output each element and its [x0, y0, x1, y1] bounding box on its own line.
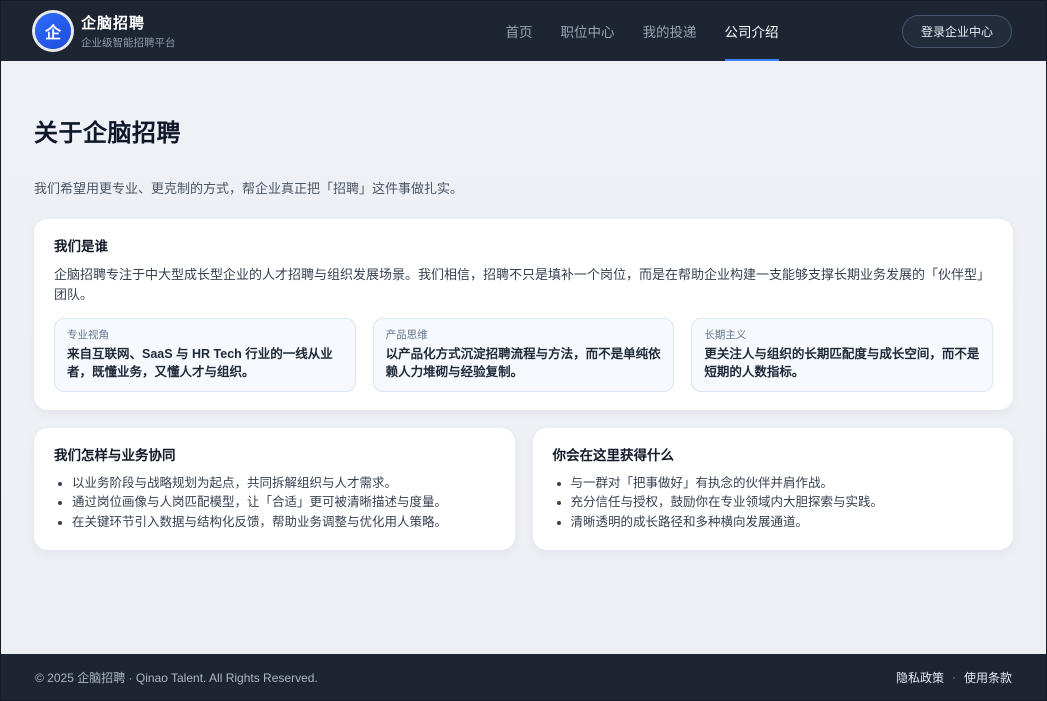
pillar-text: 来自互联网、SaaS 与 HR Tech 行业的一线从业者，既懂业务，又懂人才与…: [67, 346, 343, 381]
copyright-text: © 2025 企脑招聘 · Qinao Talent. All Rights R…: [35, 669, 318, 686]
login-enterprise-button[interactable]: 登录企业中心: [902, 15, 1012, 48]
brand[interactable]: 企 企脑招聘 企业级智能招聘平台: [35, 12, 176, 50]
pillar-label: 产品思维: [386, 327, 662, 342]
benefits-list: 与一群对「把事做好」有执念的伙伴并肩作战。 充分信任与授权，鼓励你在专业领域内大…: [553, 474, 994, 532]
collaboration-title: 我们怎样与业务协同: [54, 444, 495, 464]
brand-subtitle: 企业级智能招聘平台: [81, 35, 176, 50]
brand-text: 企脑招聘 企业级智能招聘平台: [81, 12, 176, 50]
logo-icon: 企: [35, 13, 71, 49]
who-we-are-card: 我们是谁 企脑招聘专注于中大型成长型企业的人才招聘与组织发展场景。我们相信，招聘…: [34, 219, 1013, 410]
nav-link-about[interactable]: 公司介绍: [725, 1, 779, 61]
list-item: 在关键环节引入数据与结构化反馈，帮助业务调整与优化用人策略。: [72, 513, 495, 532]
footer-links: 隐私政策 · 使用条款: [896, 669, 1012, 686]
collaboration-card: 我们怎样与业务协同 以业务阶段与战略规划为起点，共同拆解组织与人才需求。 通过岗…: [34, 428, 515, 550]
list-item: 与一群对「把事做好」有执念的伙伴并肩作战。: [571, 474, 994, 493]
collaboration-list: 以业务阶段与战略规划为起点，共同拆解组织与人才需求。 通过岗位画像与人岗匹配模型…: [54, 474, 495, 532]
two-column-row: 我们怎样与业务协同 以业务阶段与战略规划为起点，共同拆解组织与人才需求。 通过岗…: [34, 428, 1013, 550]
main-nav: 首页 职位中心 我的投递 公司介绍: [506, 1, 779, 61]
logo-glyph: 企: [45, 19, 61, 43]
pillars-row: 专业视角 来自互联网、SaaS 与 HR Tech 行业的一线从业者，既懂业务，…: [54, 318, 993, 392]
list-item: 清晰透明的成长路径和多种横向发展通道。: [571, 513, 994, 532]
nav-link-applications[interactable]: 我的投递: [643, 1, 697, 61]
footer-separator: ·: [952, 670, 956, 684]
top-navbar: 企 企脑招聘 企业级智能招聘平台 首页 职位中心 我的投递 公司介绍 登录企业中…: [1, 1, 1046, 61]
terms-of-use-link[interactable]: 使用条款: [964, 669, 1012, 686]
pillar-text: 更关注人与组织的长期匹配度与成长空间，而不是短期的人数指标。: [704, 346, 980, 381]
benefits-card: 你会在这里获得什么 与一群对「把事做好」有执念的伙伴并肩作战。 充分信任与授权，…: [533, 428, 1014, 550]
main-content: 关于企脑招聘 我们希望用更专业、更克制的方式，帮企业真正把「招聘」这件事做扎实。…: [1, 61, 1046, 654]
footer: © 2025 企脑招聘 · Qinao Talent. All Rights R…: [1, 654, 1046, 700]
brand-title: 企脑招聘: [81, 12, 176, 33]
who-we-are-description: 企脑招聘专注于中大型成长型企业的人才招聘与组织发展场景。我们相信，招聘不只是填补…: [54, 265, 993, 304]
privacy-policy-link[interactable]: 隐私政策: [896, 669, 944, 686]
page-intro: 我们希望用更专业、更克制的方式，帮企业真正把「招聘」这件事做扎实。: [34, 178, 1013, 197]
pillar-label: 长期主义: [704, 327, 980, 342]
pillar-professional-view: 专业视角 来自互联网、SaaS 与 HR Tech 行业的一线从业者，既懂业务，…: [54, 318, 356, 392]
pillar-product-thinking: 产品思维 以产品化方式沉淀招聘流程与方法，而不是单纯依赖人力堆砌与经验复制。: [373, 318, 675, 392]
who-we-are-title: 我们是谁: [54, 235, 993, 255]
list-item: 以业务阶段与战略规划为起点，共同拆解组织与人才需求。: [72, 474, 495, 493]
pillar-label: 专业视角: [67, 327, 343, 342]
nav-link-home[interactable]: 首页: [506, 1, 533, 61]
benefits-title: 你会在这里获得什么: [553, 444, 994, 464]
nav-link-jobs[interactable]: 职位中心: [561, 1, 615, 61]
list-item: 充分信任与授权，鼓励你在专业领域内大胆探索与实践。: [571, 493, 994, 512]
pillar-text: 以产品化方式沉淀招聘流程与方法，而不是单纯依赖人力堆砌与经验复制。: [386, 346, 662, 381]
list-item: 通过岗位画像与人岗匹配模型，让「合适」更可被清晰描述与度量。: [72, 493, 495, 512]
page-title: 关于企脑招聘: [34, 113, 1013, 148]
pillar-long-termism: 长期主义 更关注人与组织的长期匹配度与成长空间，而不是短期的人数指标。: [691, 318, 993, 392]
